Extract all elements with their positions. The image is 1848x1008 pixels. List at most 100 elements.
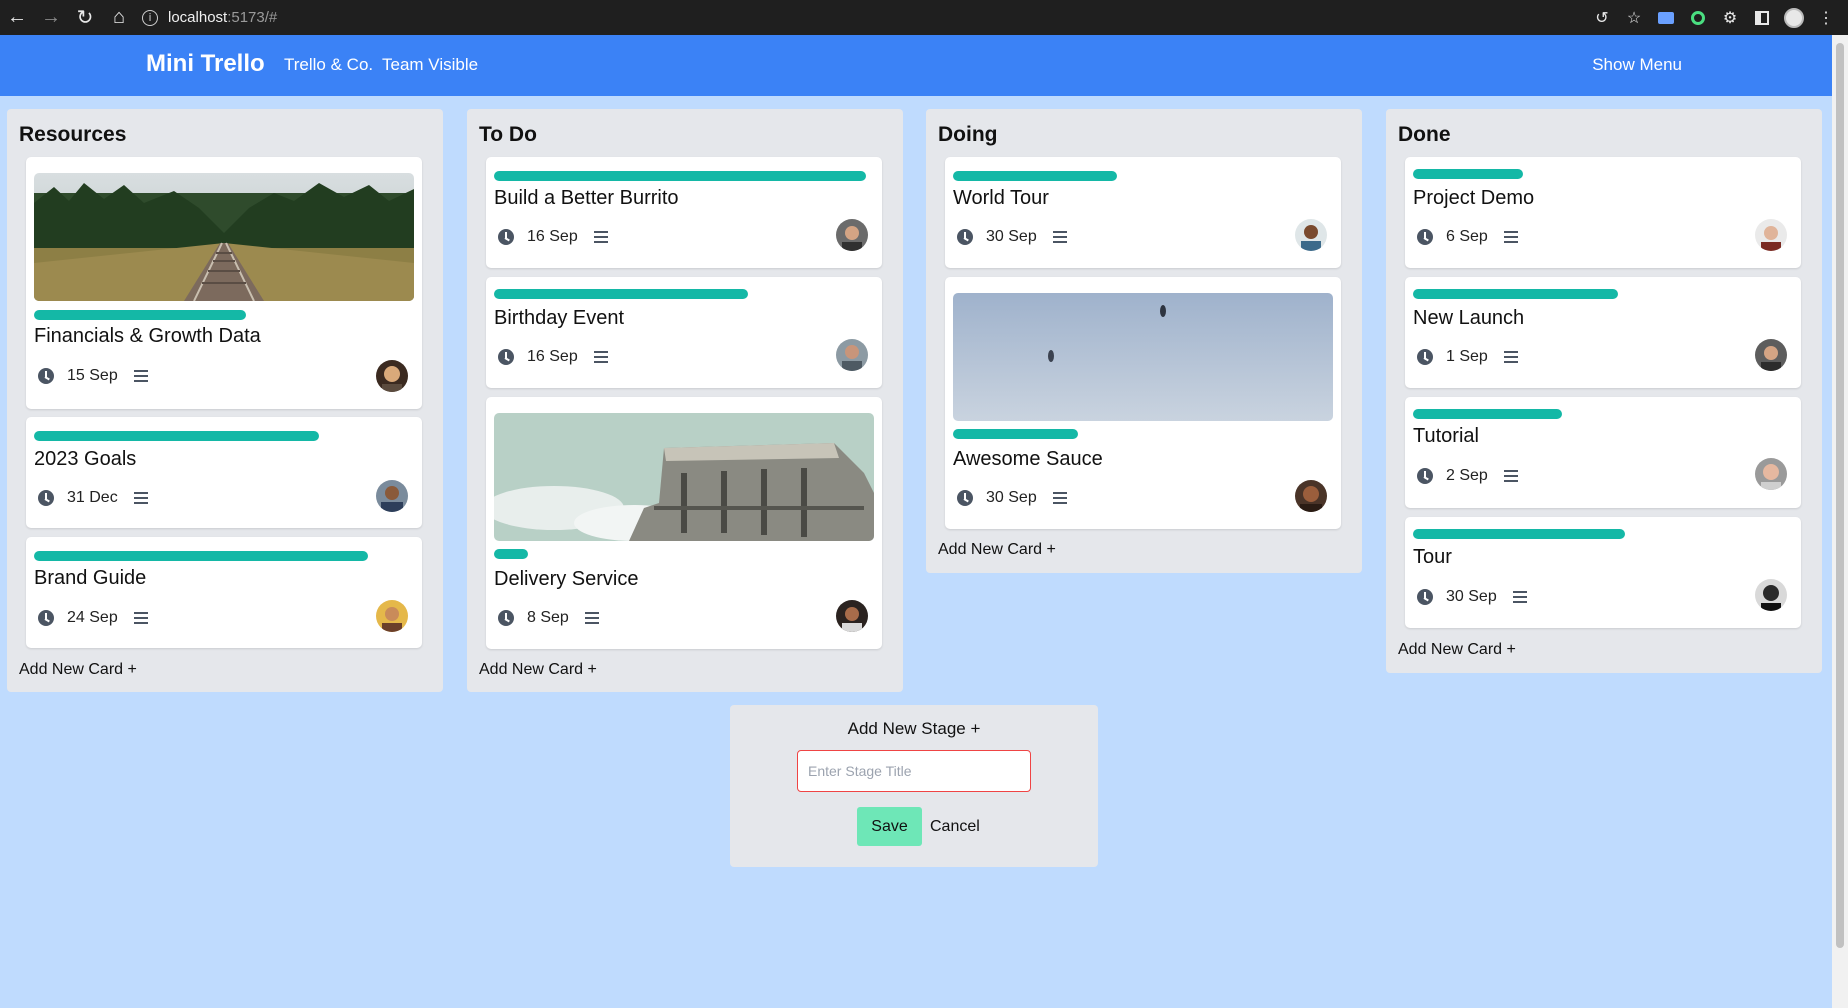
- extension-icon[interactable]: [1650, 4, 1682, 32]
- card[interactable]: Tutorial 2 Sep: [1405, 397, 1801, 508]
- app-brand[interactable]: Mini Trello: [146, 50, 265, 78]
- add-card-button[interactable]: Add New Card +: [19, 661, 137, 679]
- card[interactable]: Brand Guide 24 Sep: [26, 537, 422, 648]
- member-avatar[interactable]: [836, 600, 868, 632]
- browser-toolbar: ← → ↻ ⌂ i localhost:5173/# ↺ ☆ ⚙ ⋮: [0, 0, 1848, 35]
- description-icon: [1503, 467, 1518, 485]
- stage-column: Doing World Tour 30 Sep Awesome Sauce 30…: [926, 109, 1362, 573]
- label-bar[interactable]: [1413, 409, 1562, 419]
- show-menu-button[interactable]: Show Menu: [1592, 55, 1682, 75]
- card-meta: 31 Dec: [38, 489, 148, 507]
- back-icon[interactable]: ←: [0, 4, 34, 32]
- add-card-button[interactable]: Add New Card +: [479, 661, 597, 679]
- cancel-button[interactable]: Cancel: [930, 807, 980, 846]
- page-scrollbar[interactable]: [1832, 35, 1848, 1008]
- home-icon[interactable]: ⌂: [102, 4, 136, 32]
- label-bar[interactable]: [1413, 529, 1625, 539]
- forward-icon[interactable]: →: [34, 4, 68, 32]
- label-bar[interactable]: [1413, 169, 1523, 179]
- more-icon[interactable]: ⋮: [1810, 4, 1842, 32]
- stage-column: To Do Build a Better Burrito 16 Sep Birt…: [467, 109, 903, 692]
- member-avatar[interactable]: [836, 339, 868, 371]
- due-date: 30 Sep: [986, 489, 1037, 506]
- description-icon: [133, 489, 148, 507]
- label-bar[interactable]: [953, 171, 1117, 181]
- clock-icon: [1417, 349, 1433, 365]
- card[interactable]: World Tour 30 Sep: [945, 157, 1341, 268]
- profile-avatar[interactable]: [1778, 4, 1810, 32]
- member-avatar[interactable]: [1295, 480, 1327, 512]
- card-title: Awesome Sauce: [953, 448, 1103, 470]
- label-bar[interactable]: [953, 429, 1078, 439]
- extension-circle-icon[interactable]: [1682, 4, 1714, 32]
- card[interactable]: 2023 Goals 31 Dec: [26, 417, 422, 528]
- card[interactable]: Birthday Event 16 Sep: [486, 277, 882, 388]
- member-avatar[interactable]: [1755, 339, 1787, 371]
- reload-icon[interactable]: ↻: [68, 4, 102, 32]
- url-host: localhost: [168, 9, 228, 26]
- card-meta: 1 Sep: [1417, 348, 1518, 366]
- due-date: 1 Sep: [1446, 348, 1488, 365]
- puzzle-icon[interactable]: ⚙: [1714, 4, 1746, 32]
- card[interactable]: Tour 30 Sep: [1405, 517, 1801, 628]
- description-icon: [593, 348, 608, 366]
- card-cover-image: [494, 413, 874, 541]
- star-icon[interactable]: ☆: [1618, 4, 1650, 32]
- label-bar[interactable]: [34, 310, 246, 320]
- clock-icon: [1417, 589, 1433, 605]
- label-bar[interactable]: [494, 171, 866, 181]
- due-date: 8 Sep: [527, 609, 569, 626]
- visibility-button[interactable]: Team Visible: [382, 55, 478, 75]
- label-bar[interactable]: [494, 289, 748, 299]
- member-avatar[interactable]: [1755, 219, 1787, 251]
- clock-icon: [38, 610, 54, 626]
- label-bar[interactable]: [34, 551, 368, 561]
- card-meta: 15 Sep: [38, 367, 148, 385]
- member-avatar[interactable]: [1755, 579, 1787, 611]
- card[interactable]: New Launch 1 Sep: [1405, 277, 1801, 388]
- member-avatar[interactable]: [836, 219, 868, 251]
- stage-column: Done Project Demo 6 Sep New Launch 1 Sep…: [1386, 109, 1822, 673]
- card[interactable]: Financials & Growth Data 15 Sep: [26, 157, 422, 409]
- member-avatar[interactable]: [1295, 219, 1327, 251]
- label-bar[interactable]: [34, 431, 319, 441]
- card[interactable]: Project Demo 6 Sep: [1405, 157, 1801, 268]
- add-stage-form: Add New Stage + Save Cancel: [730, 705, 1098, 867]
- description-icon: [133, 367, 148, 385]
- member-avatar[interactable]: [376, 480, 408, 512]
- clock-icon: [957, 490, 973, 506]
- address-bar[interactable]: i localhost:5173/#: [142, 4, 277, 32]
- stage-title: Doing: [938, 123, 998, 146]
- label-bar[interactable]: [494, 549, 528, 559]
- description-icon: [593, 228, 608, 246]
- stage-title-input[interactable]: [797, 750, 1031, 792]
- sidebar-icon[interactable]: [1746, 4, 1778, 32]
- site-info-icon[interactable]: i: [142, 9, 158, 26]
- scrollbar-thumb[interactable]: [1836, 43, 1844, 948]
- share-icon[interactable]: ↺: [1586, 4, 1618, 32]
- stage-column: Resources Financials & Growth Data 15 Se…: [7, 109, 443, 692]
- description-icon: [1052, 489, 1067, 507]
- card-meta: 2 Sep: [1417, 467, 1518, 485]
- card-title: Build a Better Burrito: [494, 187, 679, 209]
- add-card-button[interactable]: Add New Card +: [1398, 641, 1516, 659]
- due-date: 30 Sep: [1446, 588, 1497, 605]
- due-date: 6 Sep: [1446, 228, 1488, 245]
- clock-icon: [1417, 229, 1433, 245]
- member-avatar[interactable]: [376, 360, 408, 392]
- description-icon: [1503, 348, 1518, 366]
- card-title: Delivery Service: [494, 568, 639, 590]
- member-avatar[interactable]: [376, 600, 408, 632]
- card[interactable]: Delivery Service 8 Sep: [486, 397, 882, 649]
- member-avatar[interactable]: [1755, 458, 1787, 490]
- card[interactable]: Build a Better Burrito 16 Sep: [486, 157, 882, 268]
- description-icon: [133, 609, 148, 627]
- label-bar[interactable]: [1413, 289, 1618, 299]
- card[interactable]: Awesome Sauce 30 Sep: [945, 277, 1341, 529]
- card-cover-image: [34, 173, 414, 301]
- card-meta: 24 Sep: [38, 609, 148, 627]
- workspace-name[interactable]: Trello & Co.: [284, 55, 373, 75]
- add-card-button[interactable]: Add New Card +: [938, 541, 1056, 559]
- due-date: 16 Sep: [527, 228, 578, 245]
- save-button[interactable]: Save: [857, 807, 922, 846]
